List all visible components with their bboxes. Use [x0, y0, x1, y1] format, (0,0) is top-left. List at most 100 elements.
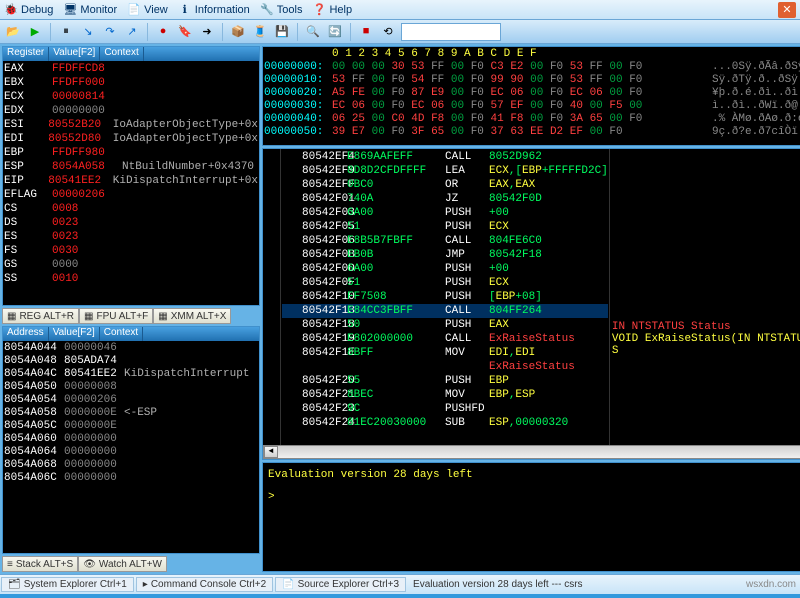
disasm-row[interactable]: 80542F10FF7508PUSH[EBP+08] [282, 290, 608, 304]
hex-row[interactable]: 00000040:06 25 00 C0 4D F8 00 F0 41 F8 0… [264, 113, 800, 126]
menubar: 🐞Debug 🖥Monitor 📄View ℹInformation 🔧Tool… [0, 0, 800, 20]
disasm-row[interactable]: 80542F01740AJZ80542F0D [282, 192, 608, 206]
col-value: Value[F2] [49, 327, 100, 341]
hex-row[interactable]: 00000020:A5 FE 00 F0 87 E9 00 F0 EC 06 0… [264, 87, 800, 100]
disasm-row[interactable]: 80542F0BEB0BJMP80542F18 [282, 248, 608, 262]
hex-row[interactable]: 00000050:39 E7 00 F0 3F 65 00 F0 37 63 E… [264, 126, 800, 139]
tab-watch[interactable]: 👁Watch ALT+W [78, 556, 167, 572]
disasm-row[interactable]: 80542EF98D8D2CFDFFFFLEAECX,[EBP+FFFFFD2C… [282, 164, 608, 178]
tab-stack[interactable]: ≡Stack ALT+S [2, 556, 78, 572]
dis-operand: [EBP+08] [489, 290, 542, 304]
disasm-hscroll[interactable]: ◄ ► [263, 445, 800, 459]
stack-row[interactable]: 8054A06800000000 [4, 459, 258, 472]
sb-source-explorer[interactable]: 📄Source Explorer Ctrl+3 [275, 577, 406, 592]
register-row[interactable]: GS0000 [4, 258, 258, 272]
tool-run[interactable]: ▶ [26, 23, 44, 41]
tool-bookmark[interactable]: 🔖 [176, 23, 194, 41]
disasm-row[interactable]: 80542F239CPUSHFD [282, 402, 608, 416]
tool-module[interactable]: 📦 [229, 23, 247, 41]
disasm-row[interactable]: 80542EFF0BC0OREAX,EAX [282, 178, 608, 192]
tool-restart[interactable]: ⟲ [379, 23, 397, 41]
tool-stop[interactable]: ■ [357, 23, 375, 41]
register-row[interactable]: EFLAG00000206 [4, 188, 258, 202]
register-row[interactable]: EIP80541EE2KiDispatchInterrupt+0x [4, 174, 258, 188]
stack-row[interactable]: 8054A05400000206 [4, 394, 258, 407]
registers-body[interactable]: EAXFFDFFCD8EBXFFDFF000ECX00000814EDX0000… [3, 61, 259, 305]
disasm-row[interactable]: ExRaiseStatus [282, 360, 608, 374]
menu-tools[interactable]: 🔧Tools [260, 3, 303, 17]
disasm-row[interactable]: 80542F2481EC20030000SUBESP,00000320 [282, 416, 608, 430]
tool-breakpoint[interactable]: ● [154, 23, 172, 41]
scroll-track[interactable] [278, 446, 800, 458]
disasm-row[interactable]: 80542F19E802000000CALLExRaiseStatus [282, 332, 608, 346]
menu-debug[interactable]: 🐞Debug [4, 3, 53, 17]
tool-step-out[interactable]: ↗ [123, 23, 141, 41]
register-row[interactable]: ESI80552B20IoAdapterObjectType+0x [4, 118, 258, 132]
disasm-row[interactable]: 80542F1E8BFFMOVEDI,EDI [282, 346, 608, 360]
hex-row[interactable]: 00000000:00 00 00 30 53 FF 00 F0 C3 E2 0… [264, 61, 800, 74]
stack-row[interactable]: 8054A06400000000 [4, 446, 258, 459]
tab-reg[interactable]: ▦REG ALT+R [2, 308, 79, 324]
register-row[interactable]: ESP8054A058NtBuildNumber+0x4370 [4, 160, 258, 174]
stack-body[interactable]: 8054A044000000468054A048805ADA748054A04C… [3, 341, 259, 553]
stack-row[interactable]: 8054A06C00000000 [4, 472, 258, 485]
address-combo[interactable] [401, 23, 501, 41]
register-row[interactable]: CS0008 [4, 202, 258, 216]
menu-help[interactable]: ❓Help [312, 3, 352, 17]
tool-thread[interactable]: 🧵 [251, 23, 269, 41]
disasm-row[interactable]: 80542F0F51PUSHECX [282, 276, 608, 290]
register-row[interactable]: FS0030 [4, 244, 258, 258]
hex-row[interactable]: 00000030:EC 06 00 F0 EC 06 00 F0 57 EF 0… [264, 100, 800, 113]
tool-memory[interactable]: 💾 [273, 23, 291, 41]
disasm-row[interactable]: 80542F06E8B5B7FBFFCALL804FE6C0 [282, 234, 608, 248]
disasm-row[interactable]: 80542F036A00PUSH+00 [282, 206, 608, 220]
scroll-left-icon[interactable]: ◄ [264, 446, 278, 458]
disasm-row[interactable]: 80542F1850PUSHEAX [282, 318, 608, 332]
menu-information[interactable]: ℹInformation [178, 3, 250, 17]
disasm-row[interactable]: 80542F2055PUSHEBP [282, 374, 608, 388]
register-row[interactable]: EAXFFDFFCD8 [4, 62, 258, 76]
disasm-row[interactable]: 80542F0551PUSHECX [282, 220, 608, 234]
register-row[interactable]: EBPFFDFF980 [4, 146, 258, 160]
hex-row[interactable]: 00000010:53 FF 00 F0 54 FF 00 F0 99 90 0… [264, 74, 800, 87]
tool-step-over[interactable]: ↷ [101, 23, 119, 41]
register-row[interactable]: EBXFFDFF000 [4, 76, 258, 90]
menu-view[interactable]: 📄View [127, 3, 168, 17]
stack-row[interactable]: 8054A06000000000 [4, 433, 258, 446]
close-button[interactable]: ✕ [778, 2, 796, 18]
tool-refresh[interactable]: 🔄 [326, 23, 344, 41]
stack-row[interactable]: 8054A048805ADA74 [4, 355, 258, 368]
sb-system-explorer[interactable]: 🗂System Explorer Ctrl+1 [1, 577, 134, 592]
stack-row[interactable]: 8054A0580000000E<-ESP [4, 407, 258, 420]
eval-notice: Evaluation version 28 days left [264, 464, 800, 486]
disasm-row[interactable]: 80542F0D6A00PUSH+00 [282, 262, 608, 276]
tool-open[interactable]: 📂 [4, 23, 22, 41]
stack-row[interactable]: 8054A04400000046 [4, 342, 258, 355]
console-prompt[interactable]: > [264, 486, 800, 508]
menu-monitor[interactable]: 🖥Monitor [63, 3, 117, 17]
register-row[interactable]: ECX00000814 [4, 90, 258, 104]
stack-row[interactable]: 8054A04C80541EE2KiDispatchInterrupt [4, 368, 258, 381]
dis-addr: 80542F0F [282, 276, 347, 290]
register-row[interactable]: ES0023 [4, 230, 258, 244]
tab-xmm[interactable]: ▦XMM ALT+X [153, 308, 231, 324]
disasm-row[interactable]: 80542F218BECMOVEBP,ESP [282, 388, 608, 402]
register-row[interactable]: SS0010 [4, 272, 258, 286]
disasm-body[interactable]: 80542EF4E869AAFEFFCALL8052D96280542EF98D… [281, 149, 609, 445]
register-row[interactable]: EDX00000000 [4, 104, 258, 118]
register-row[interactable]: EDI80552D80IoAdapterObjectType+0x [4, 132, 258, 146]
register-row[interactable]: DS0023 [4, 216, 258, 230]
tool-pause[interactable]: ⏸ [57, 23, 75, 41]
tool-step-into[interactable]: ↘ [79, 23, 97, 41]
stack-row[interactable]: 8054A05C0000000E [4, 420, 258, 433]
sb-command-console[interactable]: ▸Command Console Ctrl+2 [136, 577, 273, 592]
hexdump-body[interactable]: 0 1 2 3 4 5 6 7 8 9 A B C D E F 00000000… [263, 47, 800, 145]
stack-row[interactable]: 8054A05000000008 [4, 381, 258, 394]
tool-goto[interactable]: ➜ [198, 23, 216, 41]
disasm-row[interactable]: 80542F13E84CC3FBFFCALL804FF264 [282, 304, 608, 318]
disasm-row[interactable]: 80542EF4E869AAFEFFCALL8052D962 [282, 150, 608, 164]
tab-fpu[interactable]: ▦FPU ALT+F [79, 308, 153, 324]
console-body[interactable]: Evaluation version 28 days left > [263, 463, 800, 571]
dis-operand: ExRaiseStatus [489, 360, 575, 374]
tool-find[interactable]: 🔍 [304, 23, 322, 41]
